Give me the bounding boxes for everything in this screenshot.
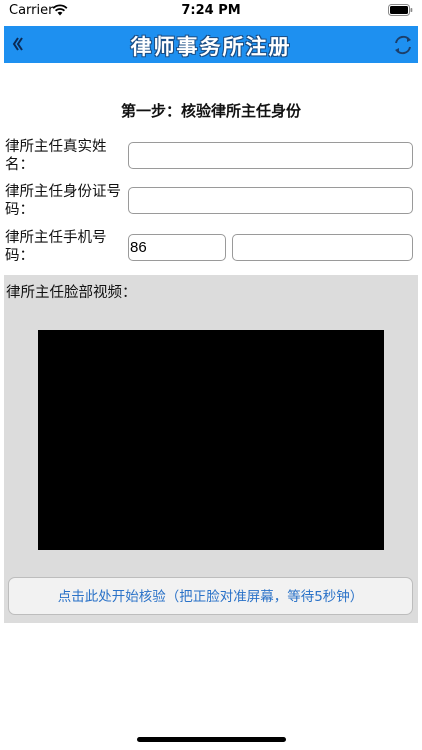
phone-label: 律所主任手机号码： xyxy=(5,230,107,264)
id-number-label: 律所主任身份证号码： xyxy=(5,184,121,218)
page-title: 律师事务所注册 xyxy=(130,35,292,59)
start-verification-button[interactable]: 点击此处开始核验（把正脸对准屏幕，等待5秒钟） xyxy=(8,577,413,615)
camera-preview xyxy=(38,330,384,550)
refresh-icon[interactable] xyxy=(392,34,414,56)
battery-icon xyxy=(388,4,413,16)
face-video-label: 律所主任脸部视频： xyxy=(6,285,137,301)
face-video-section: 律所主任脸部视频： 点击此处开始核验（把正脸对准屏幕，等待5秒钟） xyxy=(4,275,418,623)
id-number-input[interactable] xyxy=(128,187,413,214)
status-bar: Carrier 7:24 PM xyxy=(0,0,422,24)
nav-bar: 律师事务所注册 xyxy=(4,26,418,63)
country-code-input[interactable] xyxy=(128,234,226,261)
home-indicator xyxy=(137,737,286,742)
phone-input[interactable] xyxy=(232,234,413,261)
name-label: 律所主任真实姓名： xyxy=(5,139,107,173)
clock: 7:24 PM xyxy=(181,3,241,18)
name-input[interactable] xyxy=(128,142,413,169)
step-title: 第一步：核验律所主任身份 xyxy=(120,102,301,120)
